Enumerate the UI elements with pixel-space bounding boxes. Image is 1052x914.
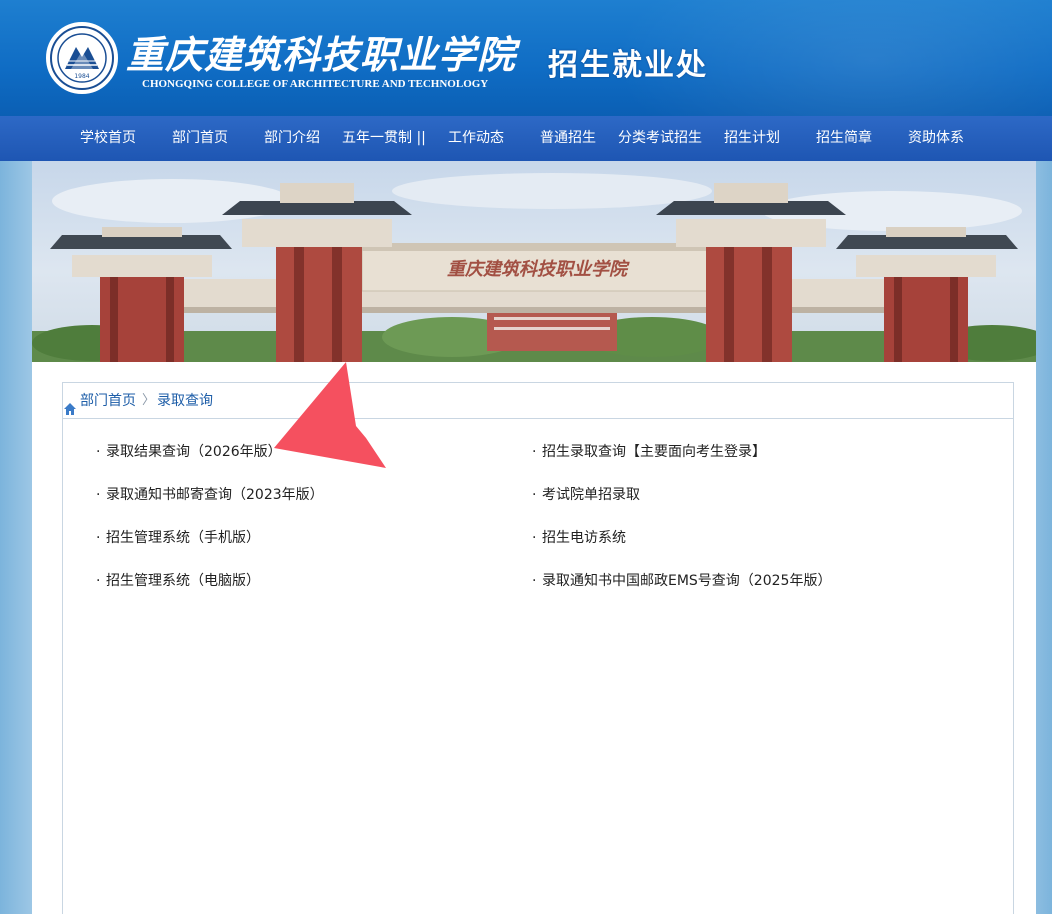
department-title: 招生就业处 xyxy=(548,48,708,83)
link-admission-system-mobile[interactable]: · 招生管理系统（手机版） xyxy=(96,528,260,548)
link-label: 招生管理系统（手机版） xyxy=(106,530,260,546)
link-label: 招生管理系统（电脑版） xyxy=(106,573,260,589)
link-label: 录取通知书邮寄查询（2023年版） xyxy=(106,487,324,503)
college-name-en: CHONGQING COLLEGE OF ARCHITECTURE AND TE… xyxy=(142,78,489,90)
bullet: · xyxy=(532,487,537,503)
bullet: · xyxy=(532,530,537,546)
gate-inscription: 重庆建筑科技职业学院 xyxy=(447,259,630,280)
bullet: · xyxy=(96,487,101,503)
link-label: 录取通知书中国邮政EMS号查询（2025年版） xyxy=(542,573,832,589)
nav-item-classified-exam[interactable]: 分类考试招生 xyxy=(618,116,702,161)
site-header: 1984 重庆建筑科技职业学院 CHONGQING COLLEGE OF ARC… xyxy=(0,0,1052,116)
bullet: · xyxy=(96,530,101,546)
nav-item-brochure[interactable]: 招生简章 xyxy=(816,116,872,161)
nav-item-financial-aid[interactable]: 资助体系 xyxy=(908,116,964,161)
breadcrumb-current[interactable]: 录取查询 xyxy=(157,383,213,419)
campus-gate-banner: 重庆建筑科技职业学院 xyxy=(32,161,1036,362)
link-label: 录取结果查询（2026年版） xyxy=(106,444,282,460)
breadcrumb-dept-home[interactable]: 部门首页 xyxy=(80,383,136,419)
link-ems-number-2025[interactable]: · 录取通知书中国邮政EMS号查询（2025年版） xyxy=(532,571,831,591)
link-admission-result-2026[interactable]: · 录取结果查询（2026年版） xyxy=(96,442,282,462)
nav-item-news[interactable]: 工作动态 xyxy=(448,116,504,161)
main-nav: 学校首页 部门首页 部门介绍 五年一贯制 || 工作动态 普通招生 分类考试招生… xyxy=(0,116,1052,161)
bullet: · xyxy=(96,573,101,589)
link-label: 招生录取查询【主要面向考生登录】 xyxy=(542,444,766,460)
college-name-cn[interactable]: 重庆建筑科技职业学院 xyxy=(126,24,516,79)
link-notice-mail-2023[interactable]: · 录取通知书邮寄查询（2023年版） xyxy=(96,485,324,505)
nav-item-enrollment-plan[interactable]: 招生计划 xyxy=(724,116,780,161)
link-admission-query-login[interactable]: · 招生录取查询【主要面向考生登录】 xyxy=(532,442,766,462)
link-admission-system-pc[interactable]: · 招生管理系统（电脑版） xyxy=(96,571,260,591)
emblem-year: 1984 xyxy=(74,73,89,80)
link-label: 考试院单招录取 xyxy=(542,487,640,503)
nav-item-dept-home[interactable]: 部门首页 xyxy=(172,116,228,161)
annotation-arrow-icon xyxy=(274,362,386,468)
nav-item-school-home[interactable]: 学校首页 xyxy=(80,116,136,161)
bullet: · xyxy=(532,573,537,589)
nav-item-general-admission[interactable]: 普通招生 xyxy=(540,116,596,161)
nav-item-dept-intro[interactable]: 部门介绍 xyxy=(264,116,320,161)
breadcrumb-separator: 〉 xyxy=(142,393,156,408)
link-label: 招生电访系统 xyxy=(542,530,626,546)
bullet: · xyxy=(532,444,537,460)
college-emblem-icon[interactable]: 1984 xyxy=(46,22,118,94)
link-exam-institute-admission[interactable]: · 考试院单招录取 xyxy=(532,485,640,505)
nav-item-five-year[interactable]: 五年一贯制 || xyxy=(342,116,426,161)
link-phone-visit-system[interactable]: · 招生电访系统 xyxy=(532,528,626,548)
breadcrumb: 部门首页 〉 录取查询 xyxy=(62,383,1014,419)
bullet: · xyxy=(96,444,101,460)
home-icon[interactable] xyxy=(63,394,77,415)
